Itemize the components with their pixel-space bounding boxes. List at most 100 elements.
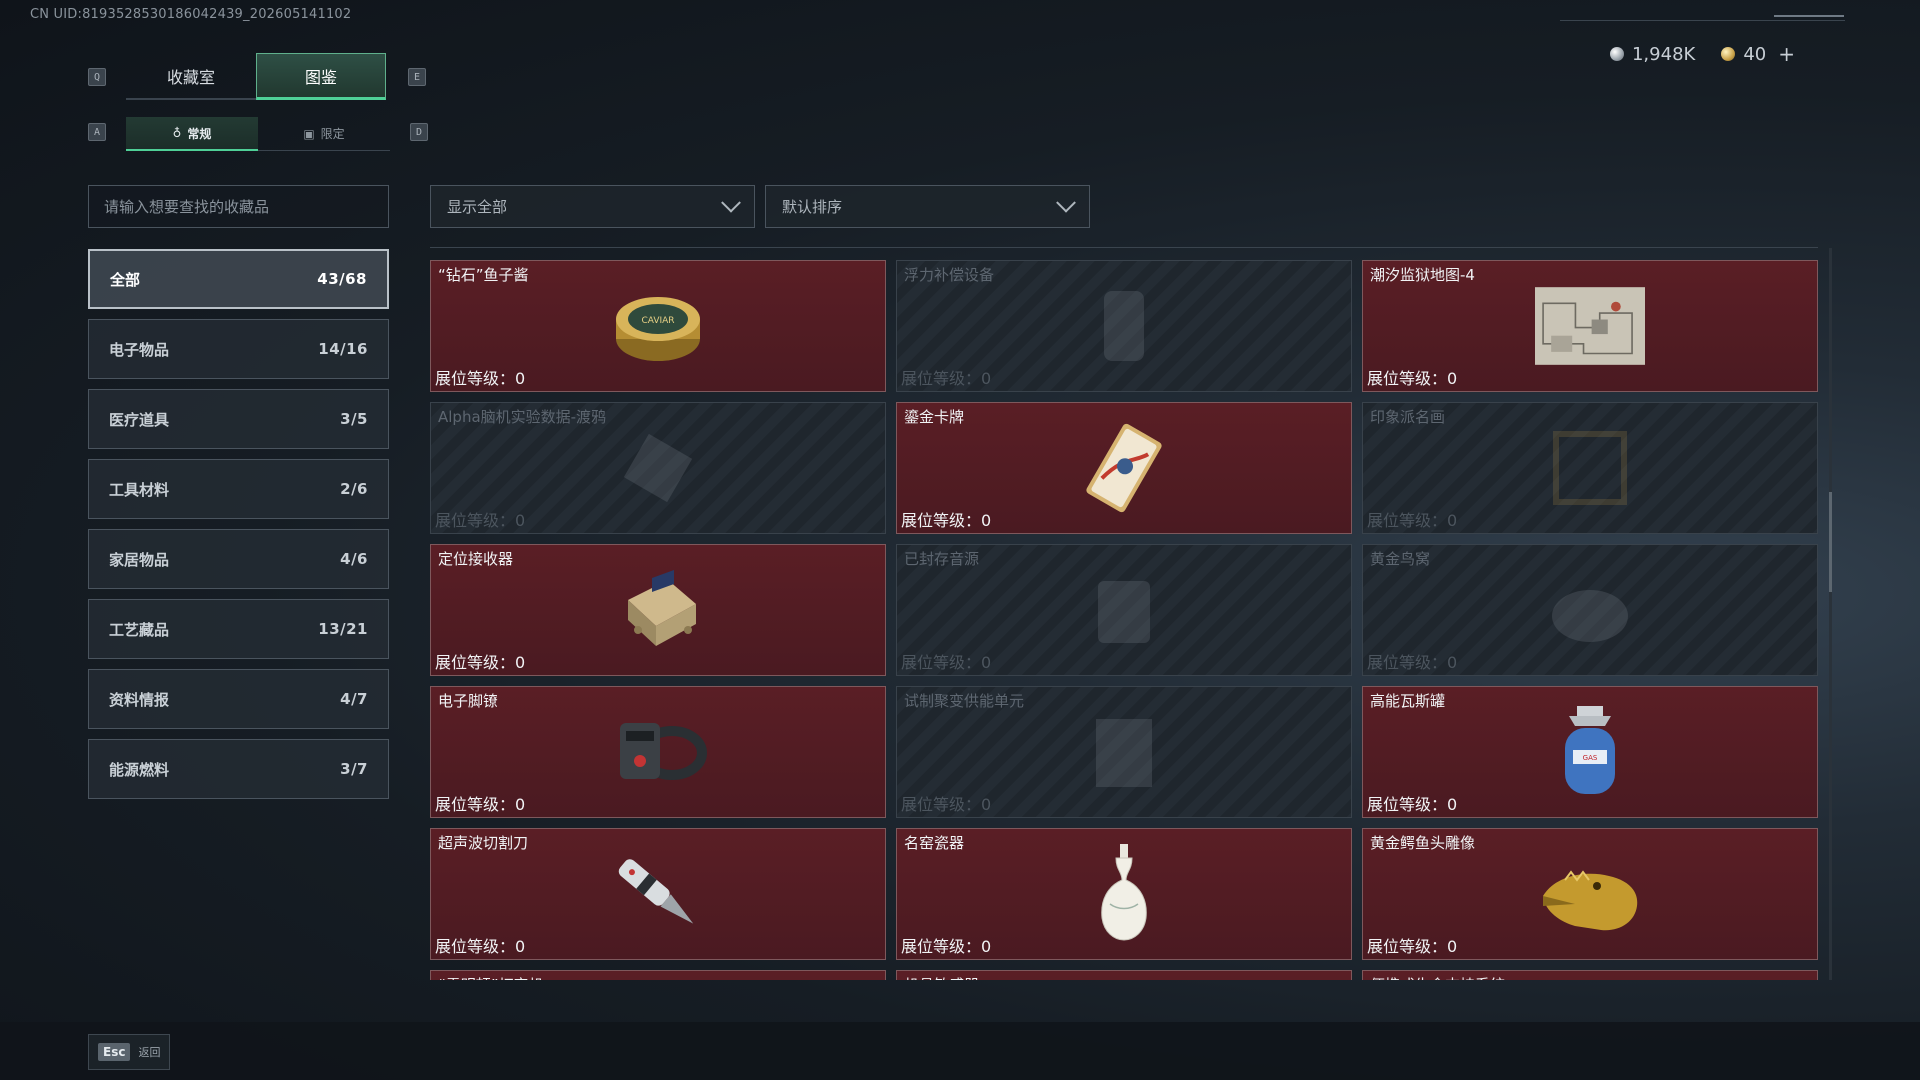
collection-card[interactable]: 鎏金卡牌 展位等级：0 (896, 402, 1352, 534)
item-name: 电子脚镣 (438, 692, 499, 710)
collection-card[interactable]: 潮汐监狱地图-4 展位等级：0 (1362, 260, 1818, 392)
main-tabs: 收藏室 图鉴 (126, 53, 386, 100)
player-uid: CN UID:8193528530186042439_202605141102 (30, 7, 352, 22)
svg-text:CAVIAR: CAVIAR (641, 316, 674, 326)
sort-dropdown[interactable]: 默认排序 (765, 185, 1090, 228)
top-divider-accent (1774, 15, 1844, 17)
collection-card[interactable]: “雷明顿”打字机展位等级：0 (430, 970, 886, 980)
painting-icon (1535, 418, 1645, 518)
item-name: 高能瓦斯罐 (1370, 692, 1446, 710)
key-hint-d[interactable]: D (410, 123, 428, 141)
collection-card[interactable]: 试制聚变供能单元 展位等级：0 (896, 686, 1352, 818)
filter-dropdown[interactable]: 显示全部 (430, 185, 755, 228)
category-count: 4/7 (340, 690, 368, 708)
data-drive-icon (603, 418, 713, 518)
key-hint-a[interactable]: A (88, 123, 106, 141)
back-button[interactable]: Esc 返回 (88, 1034, 170, 1070)
item-name: 试制聚变供能单元 (904, 692, 1025, 710)
category-item[interactable]: 医疗道具 3/5 (88, 389, 389, 449)
booth-level: 展位等级：0 (435, 511, 526, 530)
add-currency-button[interactable]: + (1778, 42, 1795, 66)
scrollbar-thumb[interactable] (1829, 492, 1832, 592)
category-count: 4/6 (340, 550, 368, 568)
esc-key-icon: Esc (98, 1043, 131, 1061)
key-hint-q[interactable]: Q (88, 68, 106, 86)
ankle-monitor-icon (603, 702, 713, 802)
collection-card[interactable]: 黄金鸟窝展位等级：0 (1362, 544, 1818, 676)
item-name: 浮力补偿设备 (904, 266, 995, 284)
collection-card[interactable]: Alpha脑机实验数据-渡鸦 展位等级：0 (430, 402, 886, 534)
category-label: 全部 (110, 270, 141, 289)
flame-icon: ♁ (172, 126, 182, 140)
category-count: 3/5 (340, 410, 368, 428)
collection-card[interactable]: 超声波切割刀 展位等级：0 (430, 828, 886, 960)
item-name: 超声波切割刀 (438, 834, 529, 852)
tab-catalog[interactable]: 图鉴 (256, 53, 386, 100)
category-label: 工具材料 (109, 480, 170, 499)
item-name: 黄金鸟窝 (1370, 550, 1431, 568)
limited-icon: ▣ (303, 126, 315, 141)
category-item[interactable]: 工具材料 2/6 (88, 459, 389, 519)
category-item[interactable]: 工艺藏品 13/21 (88, 599, 389, 659)
item-name: 印象派名画 (1370, 408, 1446, 426)
collection-card[interactable]: 机具敏感器展位等级：0 (896, 970, 1352, 980)
booth-level: 展位等级：0 (1367, 795, 1458, 814)
back-label: 返回 (138, 1046, 161, 1059)
booth-level: 展位等级：0 (1367, 937, 1458, 956)
category-item[interactable]: 全部 43/68 (88, 249, 389, 309)
collection-card[interactable]: 黄金鳄鱼头雕像 展位等级：0 (1362, 828, 1818, 960)
item-name: 便携式生命支持系统 (1370, 974, 1505, 980)
gold-currency: 40 + (1721, 42, 1795, 66)
category-count: 14/16 (318, 340, 368, 358)
booth-level: 展位等级：0 (435, 653, 526, 672)
category-label: 资料情报 (109, 690, 170, 709)
filter-dropdown-value: 显示全部 (447, 198, 508, 216)
caviar-tin-icon: CAVIAR (603, 276, 713, 376)
ultrasonic-cutter-icon (603, 844, 713, 944)
booth-level: 展位等级：0 (435, 937, 526, 956)
collection-card[interactable]: 电子脚镣展位等级：0 (430, 686, 886, 818)
subtab-limited[interactable]: ▣ 限定 (258, 117, 390, 151)
search-input[interactable]: 请输入想要查找的收藏品 (88, 185, 389, 228)
prison-map-icon (1535, 276, 1645, 376)
category-item[interactable]: 电子物品 14/16 (88, 319, 389, 379)
category-count: 13/21 (318, 620, 368, 638)
chevron-down-icon (721, 192, 741, 213)
item-name: “雷明顿”打字机 (438, 974, 544, 980)
tab-collection-room[interactable]: 收藏室 (126, 53, 256, 100)
collection-card[interactable]: 浮力补偿设备 展位等级：0 (896, 260, 1352, 392)
category-item[interactable]: 能源燃料 3/7 (88, 739, 389, 799)
category-item[interactable]: 家居物品 4/6 (88, 529, 389, 589)
item-name: “钻石”鱼子酱 (438, 266, 529, 284)
booth-level: 展位等级：0 (435, 795, 526, 814)
key-hint-e[interactable]: E (408, 68, 426, 86)
svg-text:GAS: GAS (1583, 754, 1598, 762)
collection-card[interactable]: 印象派名画展位等级：0 (1362, 402, 1818, 534)
category-count: 3/7 (340, 760, 368, 778)
collection-card[interactable]: 便携式生命支持系统展位等级：0 (1362, 970, 1818, 980)
collection-card[interactable]: 高能瓦斯罐 GAS 展位等级：0 (1362, 686, 1818, 818)
subtab-regular-label: 常规 (187, 126, 212, 141)
gold-amount: 40 (1743, 43, 1767, 65)
subtab-regular[interactable]: ♁ 常规 (126, 117, 258, 151)
collection-card[interactable]: “钻石”鱼子酱 CAVIAR 展位等级：0 (430, 260, 886, 392)
booth-level: 展位等级：0 (901, 937, 992, 956)
item-grid-viewport: “钻石”鱼子酱 CAVIAR 展位等级：0 浮力补偿设备 展位等级：0 潮汐监狱地图-4 展… (430, 248, 1818, 980)
gps-receiver-icon (603, 560, 713, 660)
booth-level: 展位等级：0 (1367, 653, 1458, 672)
collection-card[interactable]: 已封存音源 展位等级：0 (896, 544, 1352, 676)
item-name: 鎏金卡牌 (904, 408, 965, 426)
booth-level: 展位等级：0 (1367, 511, 1458, 530)
golden-crocodile-icon (1535, 844, 1645, 944)
booth-level: 展位等级：0 (901, 795, 992, 814)
collection-card[interactable]: 定位接收器 展位等级：0 (430, 544, 886, 676)
category-item[interactable]: 资料情报 4/7 (88, 669, 389, 729)
category-count: 43/68 (317, 270, 367, 288)
currency-bar: 1,948K 40 + (1609, 42, 1795, 66)
collection-card[interactable]: 名窑瓷器 展位等级：0 (896, 828, 1352, 960)
gas-canister-icon: GAS (1535, 702, 1645, 802)
sub-tabs: ♁ 常规 ▣ 限定 (126, 117, 390, 151)
grid-scrollbar[interactable] (1829, 248, 1832, 980)
item-name: Alpha脑机实验数据-渡鸦 (438, 408, 607, 426)
chevron-down-icon (1056, 192, 1076, 213)
